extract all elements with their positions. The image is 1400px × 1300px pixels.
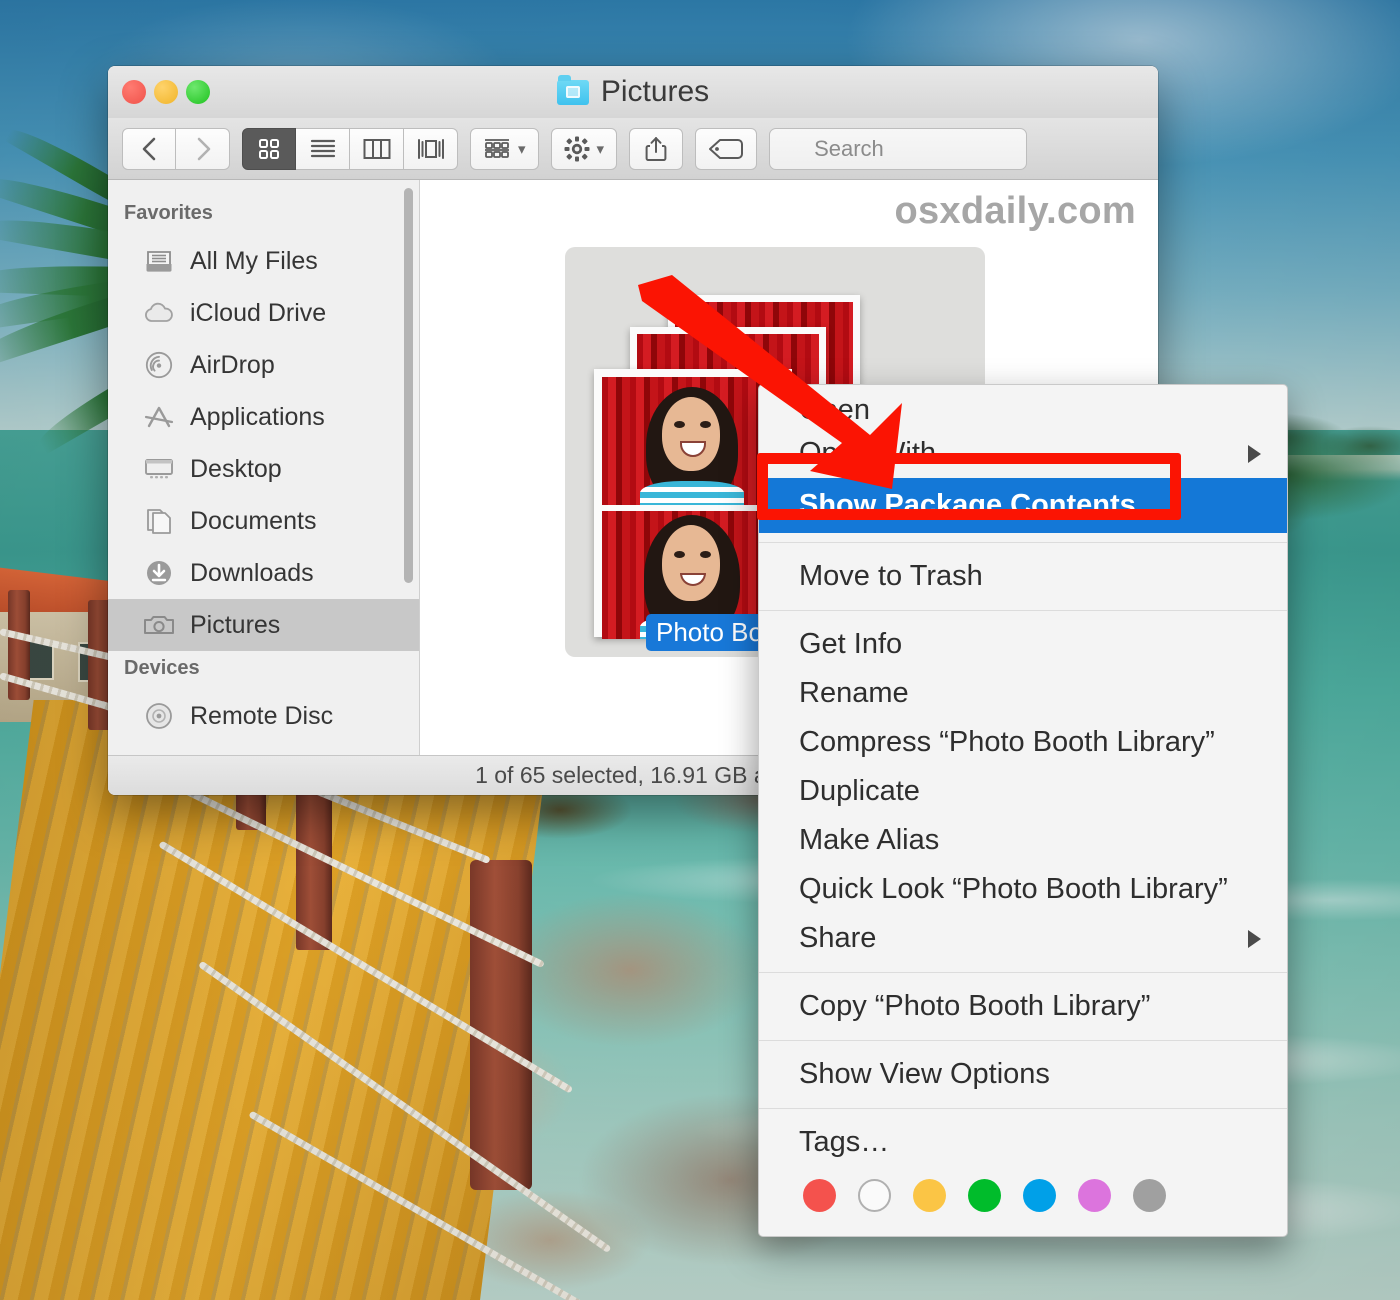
menu-item-label: Compress “Photo Booth Library”: [799, 726, 1215, 758]
submenu-arrow-icon: [1248, 444, 1261, 463]
context-menu: Open Open With Show Package Contents Mov…: [758, 384, 1288, 1237]
all-my-files-icon: [142, 246, 176, 276]
view-mode-buttons: [242, 127, 458, 170]
finder-sidebar: Favorites All My Files iCloud Drive AirD…: [108, 180, 420, 755]
action-menu-button[interactable]: ▾: [550, 127, 618, 170]
sidebar-scrollbar[interactable]: [404, 188, 413, 583]
menu-item-open-with[interactable]: Open With: [759, 429, 1287, 478]
menu-separator: [759, 610, 1287, 611]
selected-file-label[interactable]: Photo Bo: [646, 614, 773, 651]
back-button[interactable]: [122, 127, 176, 170]
camera-icon: [142, 610, 176, 640]
menu-item-label: Open With: [799, 437, 936, 469]
sidebar-item-downloads[interactable]: Downloads: [108, 547, 419, 599]
sidebar-item-label: Desktop: [190, 454, 282, 483]
sidebar-item-label: Remote Disc: [190, 701, 334, 730]
menu-item-rename[interactable]: Rename: [759, 669, 1287, 718]
share-button[interactable]: [629, 127, 684, 170]
pictures-folder-icon: [556, 74, 589, 105]
menu-item-get-info[interactable]: Get Info: [759, 620, 1287, 669]
list-view-button[interactable]: [296, 127, 350, 170]
tag-swatch-purple[interactable]: [1078, 1179, 1111, 1212]
menu-item-show-view-options[interactable]: Show View Options: [759, 1050, 1287, 1099]
menu-item-label: Quick Look “Photo Booth Library”: [799, 873, 1228, 905]
airdrop-icon: [142, 350, 176, 380]
sidebar-item-label: iCloud Drive: [190, 298, 327, 327]
sidebar-item-airdrop[interactable]: AirDrop: [108, 339, 419, 391]
tag-color-swatches: [759, 1167, 1287, 1234]
desktop-icon: [142, 454, 176, 484]
menu-item-label: Get Info: [799, 628, 903, 660]
menu-item-move-to-trash[interactable]: Move to Trash: [759, 552, 1287, 601]
chevron-down-icon: ▾: [596, 140, 605, 158]
menu-item-quick-look[interactable]: Quick Look “Photo Booth Library”: [759, 865, 1287, 914]
sidebar-group-favorites: Favorites: [124, 202, 213, 224]
menu-separator: [759, 1040, 1287, 1041]
tag-swatch-red[interactable]: [803, 1179, 836, 1212]
sidebar-item-documents[interactable]: Documents: [108, 495, 419, 547]
icon-view-button[interactable]: [242, 127, 296, 170]
tag-button[interactable]: [695, 127, 758, 170]
tag-swatch-orange[interactable]: [913, 1179, 946, 1212]
sidebar-item-label: AirDrop: [190, 350, 275, 379]
arrange-button[interactable]: ▾: [470, 127, 539, 170]
sidebar-item-label: All My Files: [190, 246, 318, 275]
menu-item-label: Share: [799, 922, 877, 954]
menu-item-label: Copy “Photo Booth Library”: [799, 990, 1151, 1022]
menu-item-make-alias[interactable]: Make Alias: [759, 816, 1287, 865]
menu-item-copy[interactable]: Copy “Photo Booth Library”: [759, 982, 1287, 1031]
menu-separator: [759, 1108, 1287, 1109]
sidebar-group-devices: Devices: [124, 657, 200, 679]
coverflow-view-button[interactable]: [404, 127, 458, 170]
submenu-arrow-icon: [1248, 929, 1261, 948]
menu-item-label: Make Alias: [799, 824, 940, 856]
applications-icon: [142, 402, 176, 432]
search-input[interactable]: Search: [769, 127, 1028, 170]
navigation-buttons: [122, 127, 230, 170]
sidebar-item-label: Downloads: [190, 558, 314, 587]
sidebar-item-all-my-files[interactable]: All My Files: [108, 235, 419, 287]
sidebar-item-applications[interactable]: Applications: [108, 391, 419, 443]
chevron-down-icon: ▾: [518, 140, 526, 158]
finder-toolbar: ▾ ▾ Search: [108, 118, 1158, 180]
sidebar-item-label: Applications: [190, 402, 325, 431]
site-watermark: osxdaily.com: [894, 190, 1136, 232]
sidebar-item-label: Documents: [190, 506, 317, 535]
wallpaper-rail-post: [470, 860, 532, 1190]
sidebar-item-pictures[interactable]: Pictures: [108, 599, 419, 651]
menu-item-show-package-contents[interactable]: Show Package Contents: [759, 478, 1287, 533]
menu-item-duplicate[interactable]: Duplicate: [759, 767, 1287, 816]
menu-item-open[interactable]: Open: [759, 385, 1287, 429]
menu-separator: [759, 972, 1287, 973]
sidebar-item-icloud-drive[interactable]: iCloud Drive: [108, 287, 419, 339]
downloads-icon: [142, 558, 176, 588]
window-title-text: Pictures: [600, 75, 710, 108]
menu-separator: [759, 542, 1287, 543]
menu-item-label: Show Package Contents: [799, 489, 1136, 521]
tag-swatch-none[interactable]: [858, 1179, 891, 1212]
tag-swatch-green[interactable]: [968, 1179, 1001, 1212]
tag-swatch-gray[interactable]: [1133, 1179, 1166, 1212]
column-view-button[interactable]: [350, 127, 404, 170]
status-bar-text: 1 of 65 selected, 16.91 GB ava: [475, 762, 791, 788]
menu-item-label: Tags…: [799, 1126, 890, 1158]
sidebar-item-desktop[interactable]: Desktop: [108, 443, 419, 495]
window-title: Pictures: [108, 74, 1158, 109]
window-titlebar[interactable]: Pictures: [108, 66, 1158, 118]
menu-item-tags[interactable]: Tags…: [759, 1118, 1287, 1167]
menu-item-label: Move to Trash: [799, 560, 983, 592]
menu-item-label: Show View Options: [799, 1058, 1050, 1090]
cloud-icon: [142, 298, 176, 328]
menu-item-label: Duplicate: [799, 775, 920, 807]
menu-item-compress[interactable]: Compress “Photo Booth Library”: [759, 718, 1287, 767]
sidebar-item-label: Pictures: [190, 610, 281, 639]
disc-icon: [142, 701, 176, 731]
sidebar-item-remote-disc[interactable]: Remote Disc: [108, 690, 419, 742]
tag-swatch-blue[interactable]: [1023, 1179, 1056, 1212]
forward-button[interactable]: [176, 127, 230, 170]
menu-item-label: Open: [799, 394, 870, 426]
menu-item-share[interactable]: Share: [759, 914, 1287, 963]
menu-item-label: Rename: [799, 677, 909, 709]
documents-icon: [142, 506, 176, 536]
